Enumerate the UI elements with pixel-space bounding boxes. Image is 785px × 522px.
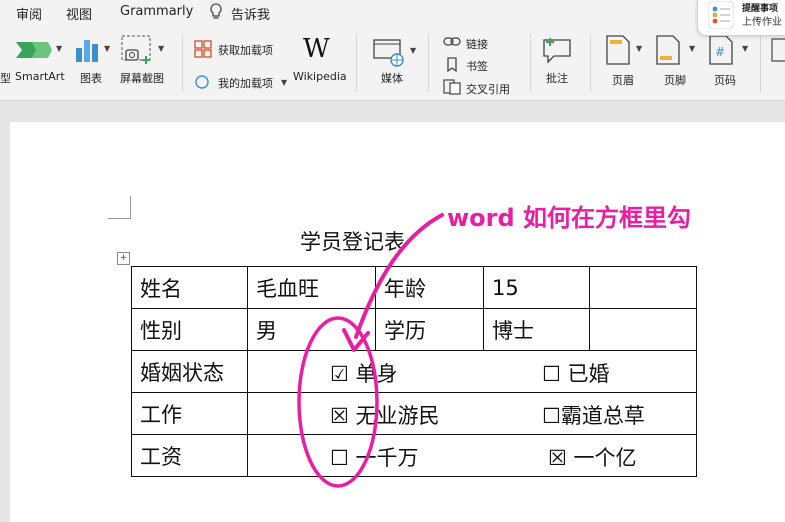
work-options-cell[interactable]: ☒ 无业游民 ☐霸道总草 [247,392,697,435]
salary-options-cell[interactable]: ☐ 一千万 ☒ 一个亿 [247,434,697,477]
tab-view[interactable]: 视图 [66,4,92,23]
screenshot-icon [121,35,151,64]
table-row: 工作 ☒ 无业游民 ☐霸道总草 [131,392,697,435]
header-icon [606,35,630,65]
bookmark-icon [447,57,457,72]
checkbox-unemployed[interactable]: ☒ 无业游民 [330,400,440,430]
cross-reference-button[interactable]: 交叉引用 [466,81,510,97]
table-cell[interactable] [589,308,697,351]
table-cell[interactable]: 年龄 [375,266,484,309]
media-button[interactable]: 媒体 [381,70,403,86]
tab-review[interactable]: 审阅 [16,4,42,23]
registration-table[interactable]: 姓名 毛血旺 年龄 15 性别 男 学历 博士 婚姻状态 ☑ 单身 ☐ 已婚 工… [131,266,697,477]
media-icon [373,39,404,67]
ribbon-toolbar: 型 ▼ SmartArt ▼ 图表 ▼ 屏幕截图 获取加载项 我的加载项 ▼ W… [0,26,785,101]
footer-button[interactable]: 页脚 [664,72,686,88]
table-cell[interactable]: 婚姻状态 [131,350,248,393]
lightbulb-icon [208,2,224,26]
table-cell[interactable] [589,266,697,309]
tab-tell-me[interactable]: 告诉我 [231,4,270,23]
wikipedia-icon: W [303,34,330,64]
table-cell[interactable]: 男 [247,308,376,351]
my-addins-button[interactable]: 我的加载项 [218,75,273,91]
chevron-down-icon[interactable]: ▼ [689,44,695,53]
margin-corner-mark [108,196,131,219]
comment-button[interactable]: 批注 [546,70,568,86]
annotation-text: word 如何在方框里勾 [447,204,692,232]
bookmark-button[interactable]: 书签 [466,58,488,74]
chevron-down-icon[interactable]: ▼ [281,78,287,87]
ribbon-separator [530,34,531,92]
table-cell[interactable]: 姓名 [131,266,248,309]
ribbon-separator [182,34,183,92]
page-number-icon: # [709,35,733,65]
ribbon-separator [590,34,591,92]
bar-chart-icon [76,40,98,62]
checkbox-hundred-million[interactable]: ☒ 一个亿 [548,442,637,472]
ribbon-separator [760,34,761,92]
header-button[interactable]: 页眉 [612,72,634,88]
table-cell[interactable]: 学历 [375,308,484,351]
table-cell[interactable]: 工资 [131,434,248,477]
table-cell[interactable]: 博士 [483,308,590,351]
page-number-button[interactable]: 页码 [714,72,736,88]
reminders-notification[interactable]: 提醒事项 上传作业 [697,0,785,36]
smartart-button[interactable]: SmartArt [15,70,65,83]
cross-reference-icon [443,79,461,95]
table-cell[interactable]: 性别 [131,308,248,351]
ribbon-separator [428,34,429,92]
wikipedia-button[interactable]: Wikipedia [293,70,347,83]
tab-grammarly[interactable]: Grammarly [120,4,193,19]
table-row: 姓名 毛血旺 年龄 15 [131,266,697,309]
svg-text:#: # [715,45,725,59]
chevron-down-icon[interactable]: ▼ [636,44,642,53]
table-row: 工资 ☐ 一千万 ☒ 一个亿 [131,434,697,477]
table-cell[interactable]: 15 [483,266,590,309]
smartart-icon [16,42,52,58]
table-cell[interactable]: 工作 [131,392,248,435]
ribbon-partial-label: 型 [0,72,11,85]
table-row: 婚姻状态 ☑ 单身 ☐ 已婚 [131,350,697,393]
chevron-down-icon[interactable]: ▼ [742,44,748,53]
ribbon-tab-bar: 审阅 视图 Grammarly 告诉我 [0,0,785,26]
marital-options-cell[interactable]: ☑ 单身 ☐ 已婚 [247,350,697,393]
link-icon [443,37,461,46]
checkbox-single[interactable]: ☑ 单身 [330,358,398,388]
notification-subtitle: 上传作业 [742,17,782,28]
chevron-down-icon[interactable]: ▼ [104,44,110,53]
table-move-handle[interactable]: + [117,252,130,265]
chevron-down-icon[interactable]: ▼ [56,44,62,53]
comment-icon [543,38,571,64]
screenshot-button[interactable]: 屏幕截图 [120,70,164,86]
checkbox-ten-million[interactable]: ☐ 一千万 [330,442,419,472]
checkbox-married[interactable]: ☐ 已婚 [542,358,610,388]
link-button[interactable]: 链接 [466,36,488,52]
chart-button[interactable]: 图表 [80,70,102,86]
textbox-icon [771,38,785,62]
chevron-down-icon[interactable]: ▼ [158,44,164,53]
footer-icon [656,35,680,65]
my-addins-icon [195,75,209,89]
table-cell[interactable]: 毛血旺 [247,266,376,309]
chevron-down-icon[interactable]: ▼ [410,46,416,55]
checkbox-ceo[interactable]: ☐霸道总草 [542,400,645,430]
get-addins-button[interactable]: 获取加载项 [218,42,273,58]
store-icon [194,40,212,58]
table-row: 性别 男 学历 博士 [131,308,697,351]
reminders-icon [708,1,734,29]
ribbon-separator [356,34,357,92]
document-title[interactable]: 学员登记表 [300,226,405,256]
